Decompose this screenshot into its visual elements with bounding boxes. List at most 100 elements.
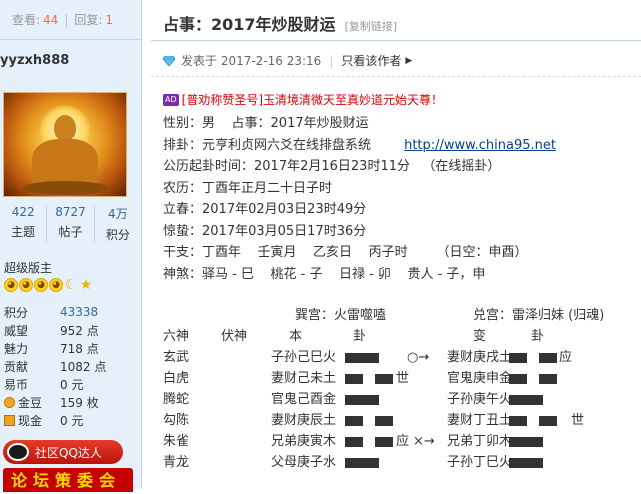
user-info-row: 现金 0 元 <box>4 411 136 429</box>
diamond-icon <box>163 55 175 66</box>
post-line: 立春：2017年02月03日23时49分 <box>163 202 367 217</box>
hexagram-row: 玄武 子孙己巳火 ○→ 妻财庚戌土 应 <box>163 347 641 368</box>
ad-banner[interactable]: AD [普劝称赞圣号] 玉清境清微天至真妙道元始天尊！ <box>163 91 443 108</box>
ad-bracket-text: [普劝称赞圣号] <box>181 93 264 107</box>
sun-icon: ◕ <box>34 278 48 292</box>
sun-icon: ◕ <box>19 278 33 292</box>
hexagram-row: 朱雀 兄弟庚寅木 应 ×→ 兄弟丁卯木 <box>163 431 641 452</box>
post-line: 神煞：驿马 - 巳 桃花 - 子 日禄 - 卯 贵人 - 子，申 <box>163 266 486 282</box>
ad-text: 玉清境清微天至真妙道元始天尊！ <box>263 93 444 107</box>
stats-divider: | <box>64 12 69 27</box>
user-info-row: 贡献 1082 点 <box>4 357 136 375</box>
yao-bar <box>345 394 379 405</box>
user-info-value: 1082 点 <box>60 359 107 374</box>
yao-bar <box>539 415 557 426</box>
palace-left: 巽宫：火雷噬嗑 <box>295 308 387 323</box>
user-info-key: 威望 <box>4 323 29 338</box>
bian-yao-cell: 兄弟丁卯木 <box>447 434 513 449</box>
bian-yao-cell: 子孙丁巳火 <box>447 455 513 470</box>
arrow-right-icon: ▶ <box>405 55 413 66</box>
user-info-key: 积分 <box>4 305 29 320</box>
user-info-row: 积分 43338 <box>4 303 136 321</box>
user-info-key-text: 现金 <box>18 413 43 428</box>
yao-bar <box>375 415 393 426</box>
avatar[interactable] <box>3 92 127 197</box>
yao-bar <box>345 415 363 426</box>
views-label: 查看: <box>12 13 41 27</box>
user-info-value: 952 点 <box>60 323 99 338</box>
cash-icon <box>4 414 15 426</box>
post-line: 惊蛰：2017年03月05日17时36分 <box>163 223 367 239</box>
china95-link[interactable]: http://www.china95.net <box>404 138 556 153</box>
user-stat-value: 8727 <box>55 205 86 219</box>
liushen-cell: 腾蛇 <box>163 392 190 407</box>
user-info-list: 积分 43338 威望 952 点 魅力 718 点 贡献 1082 点 易币 … <box>4 303 136 429</box>
yao-bar <box>509 457 543 468</box>
qq-badge[interactable]: 社区QQ达人 <box>3 440 123 464</box>
yao-bar <box>509 373 527 384</box>
user-info-key: 魅力 <box>4 341 29 356</box>
only-author-link[interactable]: 只看该作者 <box>341 52 401 69</box>
ben-line-yin <box>343 431 395 452</box>
user-stat-label: 主题 <box>11 225 36 239</box>
yao-bar <box>509 394 543 405</box>
bian-shiying-mark: 应 <box>559 350 573 365</box>
avatar-buddha-head <box>54 115 76 141</box>
ben-line-yin <box>343 368 395 389</box>
post-line: 干支：丁酉年 壬寅月 乙亥日 丙子时 （日空：申酉） <box>163 245 528 260</box>
user-stat-label: 积分 <box>105 228 130 242</box>
bian-line-yang <box>507 389 545 410</box>
ben-yao-cell: 父母庚子水 <box>271 455 337 470</box>
user-stat-topics[interactable]: 422 主题 <box>0 205 48 243</box>
bian-shiying-mark: 世 <box>571 413 585 428</box>
ben-yao-cell: 官鬼己酉金 <box>271 392 337 407</box>
views-count: 44 <box>43 12 59 27</box>
forum-committee-badge[interactable]: 论坛策委会 <box>3 468 133 492</box>
ben-yao-cell: 妻财庚辰土 <box>271 413 337 428</box>
ben-line-yang <box>343 347 381 368</box>
ben-line-yin <box>343 410 395 431</box>
penguin-icon <box>7 443 29 461</box>
header-gua2: 卦 <box>531 329 545 344</box>
bian-line-yin <box>507 347 559 368</box>
hexagram-palace-row: 巽宫：火雷噬嗑 兑宫：雷泽归妹 (归魂) <box>163 305 641 326</box>
liushen-cell: 朱雀 <box>163 434 190 449</box>
ben-line-yang <box>343 389 381 410</box>
palace-right: 兑宫：雷泽归妹 (归魂) <box>473 308 605 323</box>
meta-divider-line <box>151 76 641 77</box>
user-info-row: 魅力 718 点 <box>4 339 136 357</box>
ben-yao-cell: 兄弟庚寅木 <box>271 434 337 449</box>
bian-line-yin <box>507 368 559 389</box>
user-info-value: 718 点 <box>60 341 99 356</box>
ben-shiying-mark: 世 <box>396 371 410 386</box>
qq-badge-label: 社区QQ达人 <box>35 445 102 460</box>
user-group[interactable]: 超级版主 <box>4 259 52 276</box>
user-stat-points[interactable]: 4万 积分 <box>95 205 141 243</box>
bian-yao-cell: 妻财庚戌土 <box>447 350 513 365</box>
yao-bar <box>539 352 557 363</box>
yao-bar <box>539 373 557 384</box>
sun-icon: ◕ <box>4 278 18 292</box>
user-stat-posts[interactable]: 8727 帖子 <box>47 205 95 243</box>
yao-bar <box>509 436 543 447</box>
user-info-key-text: 金豆 <box>18 395 43 410</box>
change-mark: ○→ <box>407 350 430 365</box>
coin-icon <box>4 396 15 408</box>
user-level-icons: ◕ ◕ ◕ ◕ ☾ ★ <box>4 278 93 292</box>
post-line: 农历：丁酉年正月二十日子时 <box>163 180 333 196</box>
post-meta: 发表于 2017-2-16 23:16 | 只看该作者 ▶ <box>163 52 412 69</box>
ben-yao-cell: 妻财己未土 <box>271 371 337 386</box>
post-timestamp: 发表于 2017-2-16 23:16 <box>181 54 322 68</box>
bian-line-yang <box>507 452 545 473</box>
user-info-key: 易币 <box>4 377 29 392</box>
replies-label: 回复: <box>74 13 103 27</box>
username-link[interactable]: yyzxh888 <box>0 53 69 68</box>
copy-link-button[interactable]: [复制链接] <box>345 20 398 33</box>
ben-yao-cell: 子孙己巳火 <box>271 350 337 365</box>
hexagram-row: 青龙 父母庚子水 子孙丁巳火 <box>163 452 641 473</box>
user-info-key: 现金 <box>4 412 60 429</box>
replies-count: 1 <box>105 12 114 27</box>
liushen-cell: 勾陈 <box>163 413 190 428</box>
liushen-cell: 玄武 <box>163 350 190 365</box>
ben-line-yang <box>343 452 381 473</box>
